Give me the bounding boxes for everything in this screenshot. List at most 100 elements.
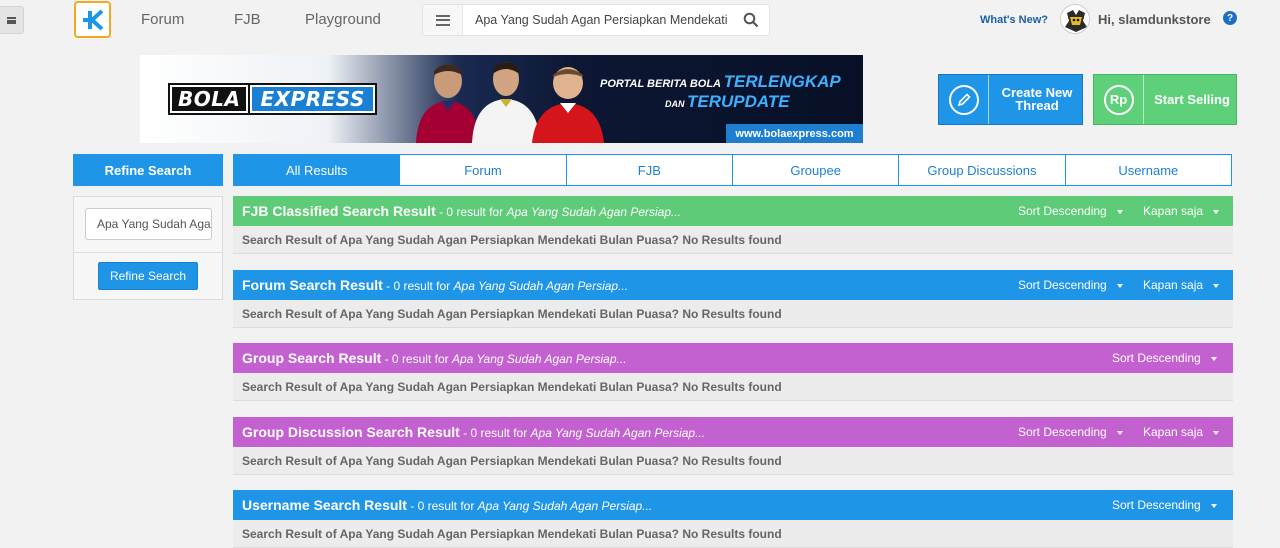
chevron-down-icon xyxy=(1210,503,1217,508)
section-subtitle-text: - 0 result for xyxy=(406,499,478,513)
section-title: FJB Classified Search Result - 0 result … xyxy=(242,203,681,219)
username-result-section: Username Search Result - 0 result for Ap… xyxy=(233,490,1233,548)
chevron-down-icon xyxy=(1116,209,1123,214)
search-category-button[interactable] xyxy=(423,5,463,35)
section-title: Forum Search Result - 0 result for Apa Y… xyxy=(242,277,628,293)
banner-tagline-text: PORTAL BERITA BOLA xyxy=(600,78,721,90)
sort-label: Sort Descending xyxy=(1018,425,1107,439)
section-subtitle: - 0 result for Apa Yang Sudah Agan Persi… xyxy=(407,499,652,513)
tab-username[interactable]: Username xyxy=(1065,154,1232,186)
section-query: Apa Yang Sudah Agan Persiap... xyxy=(530,426,706,440)
chevron-down-icon xyxy=(1213,209,1220,214)
tab-group-discussions[interactable]: Group Discussions xyxy=(899,154,1066,186)
create-thread-button[interactable]: Create New Thread xyxy=(938,74,1083,125)
chevron-down-icon xyxy=(1116,283,1123,288)
nav-link-fjb[interactable]: FJB xyxy=(234,11,261,28)
section-query: Apa Yang Sudah Agan Persiap... xyxy=(506,205,682,219)
section-header: Group Discussion Search Result - 0 resul… xyxy=(233,417,1233,447)
section-header: FJB Classified Search Result - 0 result … xyxy=(233,196,1233,226)
section-title: Group Discussion Search Result - 0 resul… xyxy=(242,424,705,440)
section-query: Apa Yang Sudah Agan Persiap... xyxy=(451,352,627,366)
section-title-text: Group Search Result xyxy=(242,350,382,366)
fjb-result-section: FJB Classified Search Result - 0 result … xyxy=(233,196,1233,254)
section-title: Group Search Result - 0 result for Apa Y… xyxy=(242,350,627,366)
result-tabs: All Results Forum FJB Groupee Group Disc… xyxy=(233,154,1232,186)
time-dropdown[interactable]: Kapan saja xyxy=(1143,425,1220,439)
section-header: Forum Search Result - 0 result for Apa Y… xyxy=(233,270,1233,300)
section-title-text: Forum Search Result xyxy=(242,277,383,293)
create-thread-icon-box xyxy=(939,75,989,124)
banner-tagline-1: PORTAL BERITA BOLA TERLENGKAP xyxy=(600,72,841,92)
user-avatar-icon xyxy=(1061,5,1089,33)
start-selling-label: Start Selling xyxy=(1154,92,1230,107)
create-thread-label: Create New Thread xyxy=(1001,85,1073,113)
tab-fjb[interactable]: FJB xyxy=(566,154,733,186)
nav-link-forum[interactable]: Forum xyxy=(141,11,184,28)
section-title-text: Username Search Result xyxy=(242,497,407,513)
refine-search-panel: Apa Yang Sudah Agan Persiapkan Mendekati… xyxy=(73,196,223,300)
section-query: Apa Yang Sudah Agan Persiap... xyxy=(453,279,629,293)
refine-search-input[interactable]: Apa Yang Sudah Agan Persiapkan Mendekati… xyxy=(85,208,212,240)
banner-brand-express: EXPRESS xyxy=(248,83,377,115)
sort-label: Sort Descending xyxy=(1018,278,1107,292)
time-label: Kapan saja xyxy=(1143,278,1204,292)
sort-dropdown[interactable]: Sort Descending xyxy=(1018,204,1123,218)
sort-label: Sort Descending xyxy=(1018,204,1107,218)
pencil-icon xyxy=(948,84,979,115)
section-subtitle: - 0 result for Apa Yang Sudah Agan Persi… xyxy=(460,426,705,440)
start-selling-button[interactable]: Rp Start Selling xyxy=(1093,74,1237,125)
section-message: Search Result of Apa Yang Sudah Agan Per… xyxy=(233,447,1233,475)
hamburger-icon xyxy=(435,14,450,26)
search-bar: Apa Yang Sudah Agan Persiapkan Mendekati… xyxy=(422,4,770,36)
banner-brand-bola: BOLA xyxy=(167,83,251,115)
sort-dropdown[interactable]: Sort Descending xyxy=(1018,425,1123,439)
user-greeting[interactable]: Hi, slamdunkstore xyxy=(1098,12,1211,27)
section-query: Apa Yang Sudah Agan Persiap... xyxy=(477,499,653,513)
section-title-text: Group Discussion Search Result xyxy=(242,424,460,440)
section-header: Username Search Result - 0 result for Ap… xyxy=(233,490,1233,520)
tab-forum[interactable]: Forum xyxy=(400,154,567,186)
section-message: Search Result of Apa Yang Sudah Agan Per… xyxy=(233,373,1233,401)
player-image xyxy=(532,67,604,143)
sort-dropdown[interactable]: Sort Descending xyxy=(1112,351,1217,365)
ad-banner[interactable]: BOLA EXPRESS PORTAL BERITA BOLA TERLENGK… xyxy=(140,55,863,143)
section-subtitle-text: - 0 result for xyxy=(381,352,452,366)
group-result-section: Group Search Result - 0 result for Apa Y… xyxy=(233,343,1233,401)
section-subtitle: - 0 result for Apa Yang Sudah Agan Persi… xyxy=(383,279,628,293)
side-menu-button[interactable] xyxy=(0,6,24,34)
avatar[interactable] xyxy=(1060,4,1090,34)
nav-link-playground[interactable]: Playground xyxy=(305,11,381,28)
sort-label: Sort Descending xyxy=(1112,498,1201,512)
chevron-down-icon xyxy=(1213,283,1220,288)
banner-tagline-highlight: TERLENGKAP xyxy=(723,72,841,91)
sort-dropdown[interactable]: Sort Descending xyxy=(1112,498,1217,512)
chevron-down-icon xyxy=(1213,430,1220,435)
whats-new-link[interactable]: What's New? xyxy=(980,14,1048,26)
banner-tagline-highlight: TERUPDATE xyxy=(687,92,790,111)
tab-groupee[interactable]: Groupee xyxy=(732,154,900,186)
top-navbar: Forum FJB Playground Apa Yang Sudah Agan… xyxy=(0,0,1280,42)
chevron-down-icon xyxy=(1116,430,1123,435)
kaskus-k-icon xyxy=(82,9,103,30)
menu-icon xyxy=(7,16,16,24)
banner-url: www.bolaexpress.com xyxy=(726,124,863,143)
refine-search-header: Refine Search xyxy=(73,154,223,186)
kaskus-logo[interactable] xyxy=(74,1,111,38)
section-subtitle: - 0 result for Apa Yang Sudah Agan Persi… xyxy=(436,205,681,219)
section-message: Search Result of Apa Yang Sudah Agan Per… xyxy=(233,520,1233,548)
tab-all-results[interactable]: All Results xyxy=(233,154,401,186)
search-input[interactable]: Apa Yang Sudah Agan Persiapkan Mendekati… xyxy=(475,13,731,27)
time-dropdown[interactable]: Kapan saja xyxy=(1143,204,1220,218)
time-dropdown[interactable]: Kapan saja xyxy=(1143,278,1220,292)
refine-search-button[interactable]: Refine Search xyxy=(98,262,198,290)
help-icon[interactable]: ? xyxy=(1223,11,1237,25)
section-title: Username Search Result - 0 result for Ap… xyxy=(242,497,652,513)
chevron-down-icon xyxy=(1210,356,1217,361)
sort-dropdown[interactable]: Sort Descending xyxy=(1018,278,1123,292)
section-subtitle-text: - 0 result for xyxy=(459,426,531,440)
search-icon[interactable] xyxy=(743,12,759,28)
section-title-text: FJB Classified Search Result xyxy=(242,203,436,219)
section-subtitle-text: - 0 result for xyxy=(382,279,454,293)
banner-tagline-2: DAN TERUPDATE xyxy=(665,92,790,112)
start-selling-icon-box: Rp xyxy=(1094,75,1144,124)
